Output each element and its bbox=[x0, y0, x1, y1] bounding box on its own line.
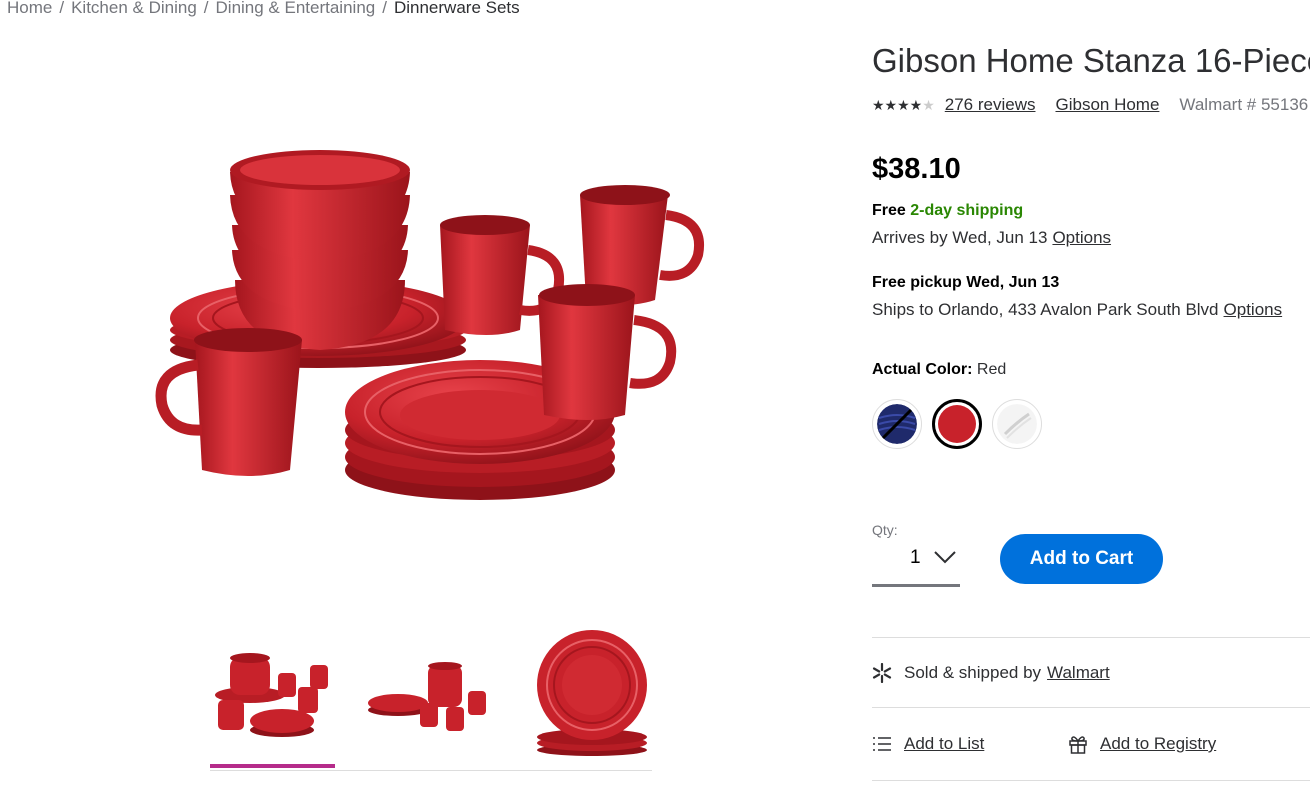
breadcrumb-separator: / bbox=[382, 0, 387, 17]
thumbnail-3[interactable] bbox=[532, 625, 657, 765]
shipping-two-day: 2-day shipping bbox=[910, 202, 1024, 219]
breadcrumb-home[interactable]: Home bbox=[7, 0, 52, 17]
color-label-key: Actual Color: bbox=[872, 361, 973, 378]
divider bbox=[872, 637, 1310, 638]
qty-value: 1 bbox=[910, 547, 921, 568]
product-price: $38.10 bbox=[872, 153, 961, 185]
swatch-blue-image bbox=[877, 404, 917, 444]
thumbnail-strip bbox=[210, 625, 652, 771]
swatch-red[interactable] bbox=[932, 399, 982, 449]
sold-by-prefix: Sold & shipped by bbox=[904, 663, 1042, 682]
pickup-title: Free pickup Wed, Jun 13 bbox=[872, 274, 1060, 291]
swatch-red-image bbox=[938, 405, 976, 443]
walmart-number: Walmart # 55136 bbox=[1179, 95, 1309, 114]
breadcrumb-dinnerware-sets[interactable]: Dinnerware Sets bbox=[394, 0, 520, 17]
breadcrumb-dining-entertaining[interactable]: Dining & Entertaining bbox=[216, 0, 376, 17]
divider bbox=[872, 707, 1310, 708]
color-label-value: Red bbox=[976, 361, 1007, 378]
empty-star: ★ bbox=[922, 96, 935, 113]
color-label: Actual Color: Red bbox=[872, 361, 1006, 379]
reviews-link[interactable]: 276 reviews bbox=[945, 95, 1036, 115]
product-main-image[interactable] bbox=[150, 140, 710, 520]
add-to-registry-label: Add to Registry bbox=[1100, 734, 1217, 753]
add-to-registry-button[interactable]: Add to Registry bbox=[1068, 734, 1216, 754]
swatch-white-image bbox=[997, 404, 1037, 444]
breadcrumb-separator: / bbox=[59, 0, 65, 17]
seller-link[interactable]: Walmart bbox=[1047, 663, 1110, 683]
filled-stars: ★★★★ bbox=[872, 96, 923, 113]
breadcrumb-separator: / bbox=[203, 0, 209, 17]
add-to-list-label: Add to List bbox=[904, 734, 985, 753]
breadcrumb: Home / Kitchen & Dining / Dining & Entertain… bbox=[7, 0, 520, 18]
shipping-arrives: Arrives by Wed, Jun 13 Options bbox=[872, 228, 1111, 248]
walmart-spark-icon bbox=[872, 663, 892, 683]
divider bbox=[872, 780, 1310, 781]
qty-select[interactable]: 1 bbox=[872, 542, 960, 587]
shipping-options-link[interactable]: Options bbox=[1052, 228, 1111, 247]
sold-by: Sold & shipped by Walmart bbox=[872, 663, 1110, 683]
thumbnail-1[interactable] bbox=[210, 625, 335, 768]
shipping-title: Free 2-day shipping bbox=[872, 202, 1023, 220]
breadcrumb-kitchen-dining[interactable]: Kitchen & Dining bbox=[71, 0, 197, 17]
list-icon bbox=[872, 735, 892, 753]
product-title: Gibson Home Stanza 16-Piece bbox=[872, 42, 1310, 79]
brand-link[interactable]: Gibson Home bbox=[1055, 95, 1159, 115]
thumbnail-2[interactable] bbox=[368, 625, 493, 765]
ships-to-text: Ships to Orlando, 433 Avalon Park South … bbox=[872, 300, 1219, 319]
qty-label: Qty: bbox=[872, 522, 898, 538]
swatch-blue[interactable] bbox=[872, 399, 922, 449]
pickup-location: Ships to Orlando, 433 Avalon Park South … bbox=[872, 300, 1282, 320]
product-meta: ★★★★★ 276 reviews Gibson Home Walmart # … bbox=[872, 95, 1308, 115]
product-info-panel: Gibson Home Stanza 16-Piece ★★★★★ 276 re… bbox=[872, 0, 1310, 794]
rating-stars[interactable]: ★★★★★ bbox=[872, 97, 935, 114]
chevron-down-icon bbox=[934, 550, 956, 569]
gift-icon bbox=[1068, 734, 1088, 754]
shipping-free-label: Free bbox=[872, 202, 906, 219]
add-to-cart-button[interactable]: Add to Cart bbox=[1000, 534, 1163, 584]
arrives-text: Arrives by Wed, Jun 13 bbox=[872, 228, 1048, 247]
swatch-white[interactable] bbox=[992, 399, 1042, 449]
pickup-options-link[interactable]: Options bbox=[1224, 300, 1283, 319]
add-to-list-button[interactable]: Add to List bbox=[872, 734, 984, 754]
